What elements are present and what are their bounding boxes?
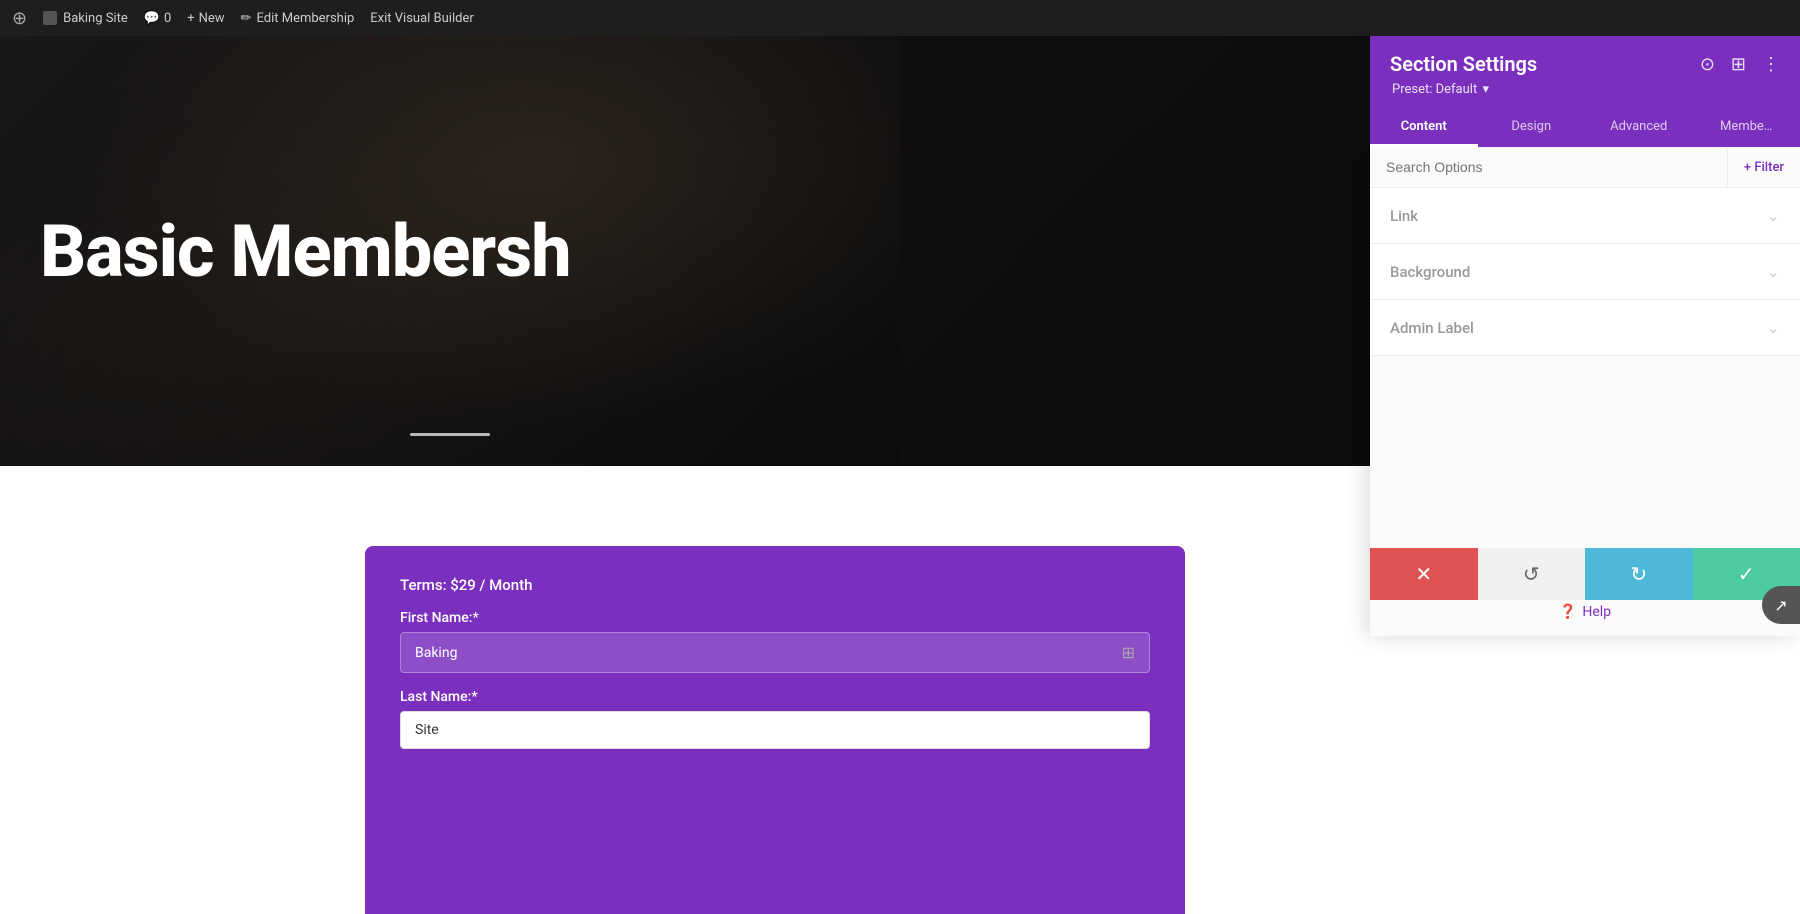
- terms-text: Terms: $29 / Month: [400, 576, 1150, 594]
- edit-label: Edit Membership: [256, 11, 354, 26]
- admin-bar: ⊕ Baking Site 💬 0 + New ✏ Edit Membershi…: [0, 0, 1800, 36]
- filter-label: + Filter: [1744, 160, 1784, 175]
- last-name-input[interactable]: Site: [400, 711, 1150, 749]
- tab-design[interactable]: Design: [1478, 109, 1586, 147]
- panel-preset[interactable]: Preset: Default ▾: [1390, 82, 1780, 97]
- float-arrow-button[interactable]: ↗: [1762, 586, 1800, 624]
- membership-form: Terms: $29 / Month First Name:* Baking ⊞…: [365, 546, 1185, 914]
- admin-label-label: Admin Label: [1390, 319, 1474, 337]
- comments-icon: 💬: [144, 11, 160, 26]
- input-icon: ⊞: [1122, 643, 1135, 662]
- slide-dot: [410, 433, 490, 436]
- accordion-link[interactable]: Link ⌄: [1370, 188, 1800, 244]
- redo-button[interactable]: ↻: [1585, 548, 1693, 600]
- first-name-input[interactable]: Baking ⊞: [400, 632, 1150, 673]
- save-icon: ✓: [1738, 562, 1755, 587]
- search-input[interactable]: [1370, 147, 1727, 187]
- comments-count: 0: [164, 11, 171, 26]
- panel-title-row: Section Settings ⊙ ⊞ ⋮: [1390, 52, 1780, 76]
- float-arrow-icon: ↗: [1774, 596, 1787, 615]
- undo-button[interactable]: ↺: [1478, 548, 1586, 600]
- action-buttons: ✕ ↺ ↻ ✓: [1370, 548, 1800, 600]
- last-name-value: Site: [415, 722, 439, 738]
- site-name[interactable]: Baking Site: [43, 11, 128, 26]
- panel-search: + Filter: [1370, 147, 1800, 188]
- background-label: Background: [1390, 263, 1470, 281]
- tab-design-label: Design: [1511, 119, 1551, 134]
- wordpress-logo-icon: ⊕: [12, 8, 27, 29]
- panel-body: Link ⌄ Background ⌄ Admin Label ⌄: [1370, 188, 1800, 587]
- hero-title: Basic Membersh: [0, 209, 900, 294]
- panel-tabs: Content Design Advanced Membe…: [1370, 109, 1800, 147]
- edit-icon: ✏: [241, 11, 252, 26]
- panel-header: Section Settings ⊙ ⊞ ⋮ Preset: Default ▾: [1370, 36, 1800, 109]
- layout-icon[interactable]: ⊞: [1731, 54, 1746, 75]
- new-button[interactable]: + New: [187, 11, 224, 26]
- tab-member-label: Membe…: [1720, 119, 1773, 134]
- site-icon: [43, 11, 57, 25]
- preset-arrow: ▾: [1482, 82, 1489, 97]
- preset-label: Preset: Default: [1392, 82, 1477, 97]
- tab-member[interactable]: Membe…: [1693, 109, 1800, 147]
- focus-mode-icon[interactable]: ⊙: [1700, 54, 1715, 75]
- last-name-label: Last Name:*: [400, 689, 1150, 705]
- exit-label: Exit Visual Builder: [370, 11, 473, 26]
- filter-button[interactable]: + Filter: [1727, 148, 1800, 187]
- edit-membership-link[interactable]: ✏ Edit Membership: [241, 11, 355, 26]
- undo-icon: ↺: [1523, 562, 1540, 587]
- comments-link[interactable]: 💬 0: [144, 11, 172, 26]
- hero-slide-indicator: [410, 433, 490, 436]
- tab-content[interactable]: Content: [1370, 109, 1478, 147]
- admin-label-chevron-icon: ⌄: [1767, 318, 1780, 337]
- help-label: Help: [1582, 604, 1611, 620]
- link-chevron-icon: ⌄: [1767, 206, 1780, 225]
- tab-content-label: Content: [1401, 119, 1447, 134]
- help-icon: ❓: [1559, 604, 1576, 620]
- new-icon: +: [187, 11, 194, 26]
- more-options-icon[interactable]: ⋮: [1762, 54, 1780, 75]
- first-name-label: First Name:*: [400, 610, 1150, 626]
- exit-visual-builder-link[interactable]: Exit Visual Builder: [370, 11, 473, 26]
- section-settings-panel: Section Settings ⊙ ⊞ ⋮ Preset: Default ▾…: [1370, 36, 1800, 636]
- new-label: New: [199, 11, 225, 26]
- site-name-label: Baking Site: [63, 11, 128, 26]
- accordion-background[interactable]: Background ⌄: [1370, 244, 1800, 300]
- cancel-button[interactable]: ✕: [1370, 548, 1478, 600]
- tab-advanced[interactable]: Advanced: [1585, 109, 1693, 147]
- panel-icons: ⊙ ⊞ ⋮: [1700, 54, 1780, 75]
- tab-advanced-label: Advanced: [1610, 119, 1667, 134]
- page-content: Basic Membersh Terms: $29 / Month First …: [0, 36, 1800, 914]
- link-label: Link: [1390, 207, 1418, 225]
- cancel-icon: ✕: [1415, 562, 1432, 587]
- redo-icon: ↻: [1630, 562, 1647, 587]
- background-chevron-icon: ⌄: [1767, 262, 1780, 281]
- panel-title: Section Settings: [1390, 52, 1537, 76]
- accordion-admin-label[interactable]: Admin Label ⌄: [1370, 300, 1800, 356]
- first-name-value: Baking: [415, 645, 457, 661]
- hero-section: Basic Membersh: [0, 36, 900, 466]
